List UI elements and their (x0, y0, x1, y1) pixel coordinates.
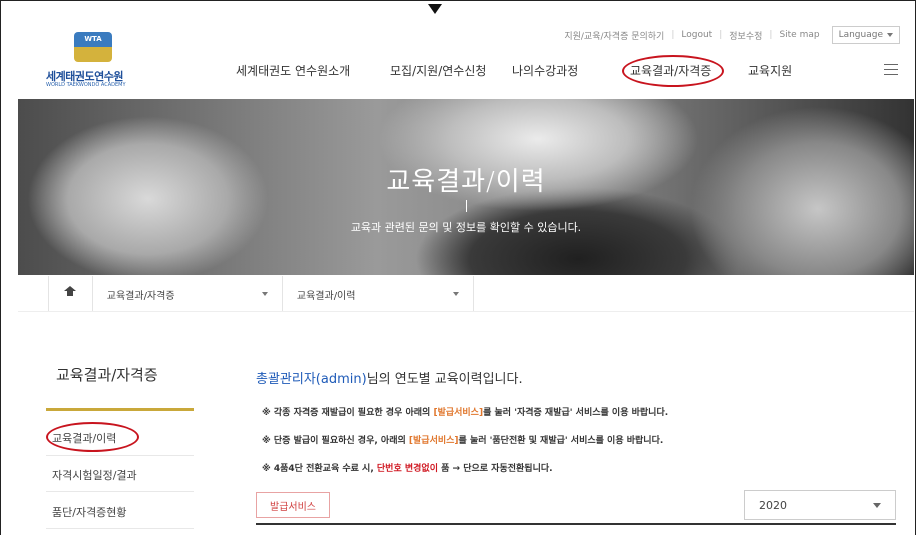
notice-highlight: [발급서비스] (408, 436, 459, 446)
greeting: 총괄관리자(admin)님의 연도별 교육이력입니다. (256, 368, 523, 387)
content-divider (256, 523, 896, 525)
breadcrumb-level2-label: 교육결과/이력 (296, 290, 356, 302)
sidebar-item-exam-schedule[interactable]: 자격시험일정/결과 (52, 467, 194, 483)
language-label: Language (838, 30, 883, 40)
hero-title: 교육결과/이력 (386, 167, 546, 197)
year-select[interactable]: 2020 (744, 490, 896, 520)
nav-item-apply[interactable]: 모집/지원/연수신청 (390, 62, 486, 79)
divider: | (671, 30, 675, 40)
down-arrow-icon (428, 4, 442, 14)
logo-emblem-icon: WTA (74, 32, 112, 62)
nav-item-intro[interactable]: 세계태권도 연수원소개 (236, 62, 350, 79)
main-nav: 세계태권도 연수원소개 모집/지원/연수신청 나의수강과정 교육결과/자격증 교… (0, 62, 916, 82)
notice-text: 를 눌러 '자격증 재발급' 서비스를 이용 바랍니다. (483, 408, 669, 418)
notice-highlight: [발급서비스] (433, 408, 484, 418)
hero-divider (466, 200, 467, 212)
breadcrumb: 교육결과/자격증 교육결과/이력 (48, 276, 474, 312)
breadcrumb-level1-label: 교육결과/자격증 (106, 290, 175, 302)
caret-down-icon (261, 292, 268, 296)
sitemap-link[interactable]: Site map (779, 30, 819, 40)
hero-banner: 교육결과/이력 교육과 관련된 문의 및 정보를 확인할 수 있습니다. (18, 99, 914, 275)
issue-service-button[interactable]: 발급서비스 (256, 492, 330, 518)
notice-reissue: ※ 각종 자격증 재발급이 필요한 경우 아래의 [발급서비스]를 눌러 '자격… (262, 405, 668, 418)
nav-item-support[interactable]: 교육지원 (748, 62, 792, 79)
hero-subtitle: 교육과 관련된 문의 및 정보를 확인할 수 있습니다. (350, 221, 582, 234)
home-icon (64, 285, 77, 299)
logout-link[interactable]: Logout (681, 30, 712, 40)
logo-subtitle: WORLD TAEKWONDO ACADEMY (46, 82, 126, 88)
year-value: 2020 (759, 498, 787, 512)
notice-auto-convert: ※ 4품4단 전환교육 수료 시, 단번호 변경없이 품 → 단으로 자동전환됩… (262, 461, 553, 474)
utility-bar: 지원/교육/자격증 문의하기 | Logout | 정보수정 | Site ma… (564, 26, 900, 44)
breadcrumb-home[interactable] (49, 276, 93, 312)
edit-info-link[interactable]: 정보수정 (729, 29, 762, 42)
sidebar-accent-bar (46, 408, 194, 411)
divider: | (719, 30, 723, 40)
menu-icon[interactable] (884, 64, 898, 75)
sidebar-item-certificates[interactable]: 품단/자격증현황 (52, 504, 194, 520)
inquiry-link[interactable]: 지원/교육/자격증 문의하기 (564, 29, 664, 42)
notice-text: 품 → 단으로 자동전환됩니다. (437, 464, 553, 474)
breadcrumb-underline (18, 311, 914, 312)
divider: | (769, 30, 773, 40)
annotation-circle-sidebar (46, 422, 139, 452)
user-name: 총괄관리자(admin) (256, 372, 367, 387)
sidebar-divider (46, 491, 194, 492)
sidebar-title: 교육결과/자격증 (56, 366, 158, 384)
notice-dan-issue: ※ 단증 발급이 필요하신 경우, 아래의 [발급서비스]를 눌러 '품단전환 … (262, 433, 663, 446)
notice-highlight: 단번호 변경없이 (376, 464, 438, 474)
notice-text: ※ 4품4단 전환교육 수료 시, (262, 464, 377, 474)
breadcrumb-level1-select[interactable]: 교육결과/자격증 (93, 276, 283, 312)
notice-text: ※ 단증 발급이 필요하신 경우, 아래의 (262, 436, 409, 446)
annotation-circle-nav (622, 55, 724, 87)
notice-text: 를 눌러 '품단전환 및 재발급' 서비스를 이용 바랍니다. (458, 436, 664, 446)
breadcrumb-level2-select[interactable]: 교육결과/이력 (283, 276, 473, 312)
notice-text: ※ 각종 자격증 재발급이 필요한 경우 아래의 (262, 408, 434, 418)
sidebar-divider (46, 528, 194, 529)
caret-down-icon (887, 33, 893, 37)
greeting-suffix: 님의 연도별 교육이력입니다. (366, 372, 523, 387)
language-select[interactable]: Language (831, 26, 900, 44)
logo-badge-text: WTA (84, 35, 102, 43)
caret-down-icon (453, 292, 459, 296)
caret-down-icon (873, 502, 881, 508)
nav-item-my-courses[interactable]: 나의수강과정 (512, 62, 578, 79)
sidebar-divider (46, 455, 194, 456)
